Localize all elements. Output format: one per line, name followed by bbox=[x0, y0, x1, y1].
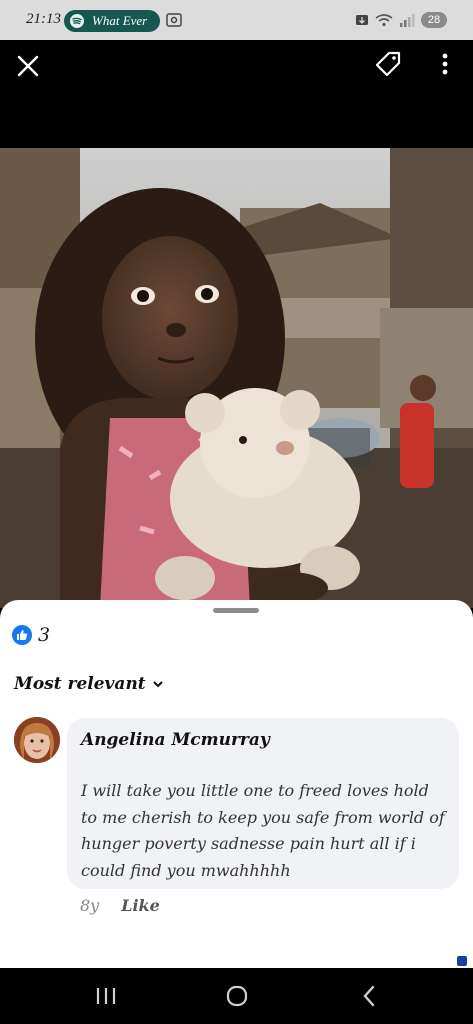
comment-author[interactable]: Angelina Mcmurray bbox=[81, 728, 281, 752]
more-vertical-icon[interactable] bbox=[434, 50, 462, 78]
recent-apps-icon[interactable] bbox=[92, 982, 120, 1010]
reaction-summary[interactable]: 3 bbox=[12, 624, 50, 646]
post-photo[interactable] bbox=[0, 148, 473, 608]
sort-label: Most relevant bbox=[14, 674, 146, 694]
status-bar: 21:13 What Ever 28 bbox=[0, 0, 473, 40]
tag-icon[interactable] bbox=[374, 50, 402, 78]
spotify-track-label: What Ever bbox=[92, 13, 148, 28]
comment-like-button[interactable]: Like bbox=[121, 896, 160, 915]
thumbs-up-icon bbox=[12, 625, 32, 645]
signal-icon bbox=[400, 14, 415, 27]
back-icon[interactable] bbox=[356, 982, 384, 1010]
home-icon[interactable] bbox=[223, 982, 251, 1010]
screen-capture-icon bbox=[166, 13, 182, 27]
comment-age: 8y bbox=[80, 896, 100, 915]
spotify-now-playing-chip[interactable]: What Ever bbox=[64, 10, 160, 32]
reaction-count: 3 bbox=[38, 624, 51, 646]
comments-sheet: 3 Most relevant Angelina Mcmurray I will… bbox=[0, 600, 473, 968]
comment-bubble[interactable]: Angelina Mcmurray I will take you little… bbox=[67, 718, 459, 889]
comment-actions: 8y Like bbox=[80, 896, 160, 915]
battery-indicator: 28 bbox=[421, 12, 447, 28]
data-saver-icon bbox=[356, 15, 368, 25]
system-nav-bar bbox=[0, 968, 473, 1024]
close-icon[interactable] bbox=[14, 52, 42, 80]
spotify-icon bbox=[70, 14, 84, 28]
wifi-icon bbox=[375, 14, 393, 27]
status-icons: 28 bbox=[355, 11, 447, 29]
comment-sort-dropdown[interactable]: Most relevant bbox=[14, 674, 164, 694]
floating-indicator-icon bbox=[457, 956, 467, 966]
status-time: 21:13 bbox=[26, 11, 61, 27]
sheet-drag-handle[interactable] bbox=[213, 608, 259, 613]
avatar[interactable] bbox=[14, 717, 60, 763]
photo-viewer-toolbar bbox=[0, 40, 473, 148]
comment-text: I will take you little one to freed love… bbox=[81, 781, 445, 880]
chevron-down-icon bbox=[152, 681, 163, 688]
